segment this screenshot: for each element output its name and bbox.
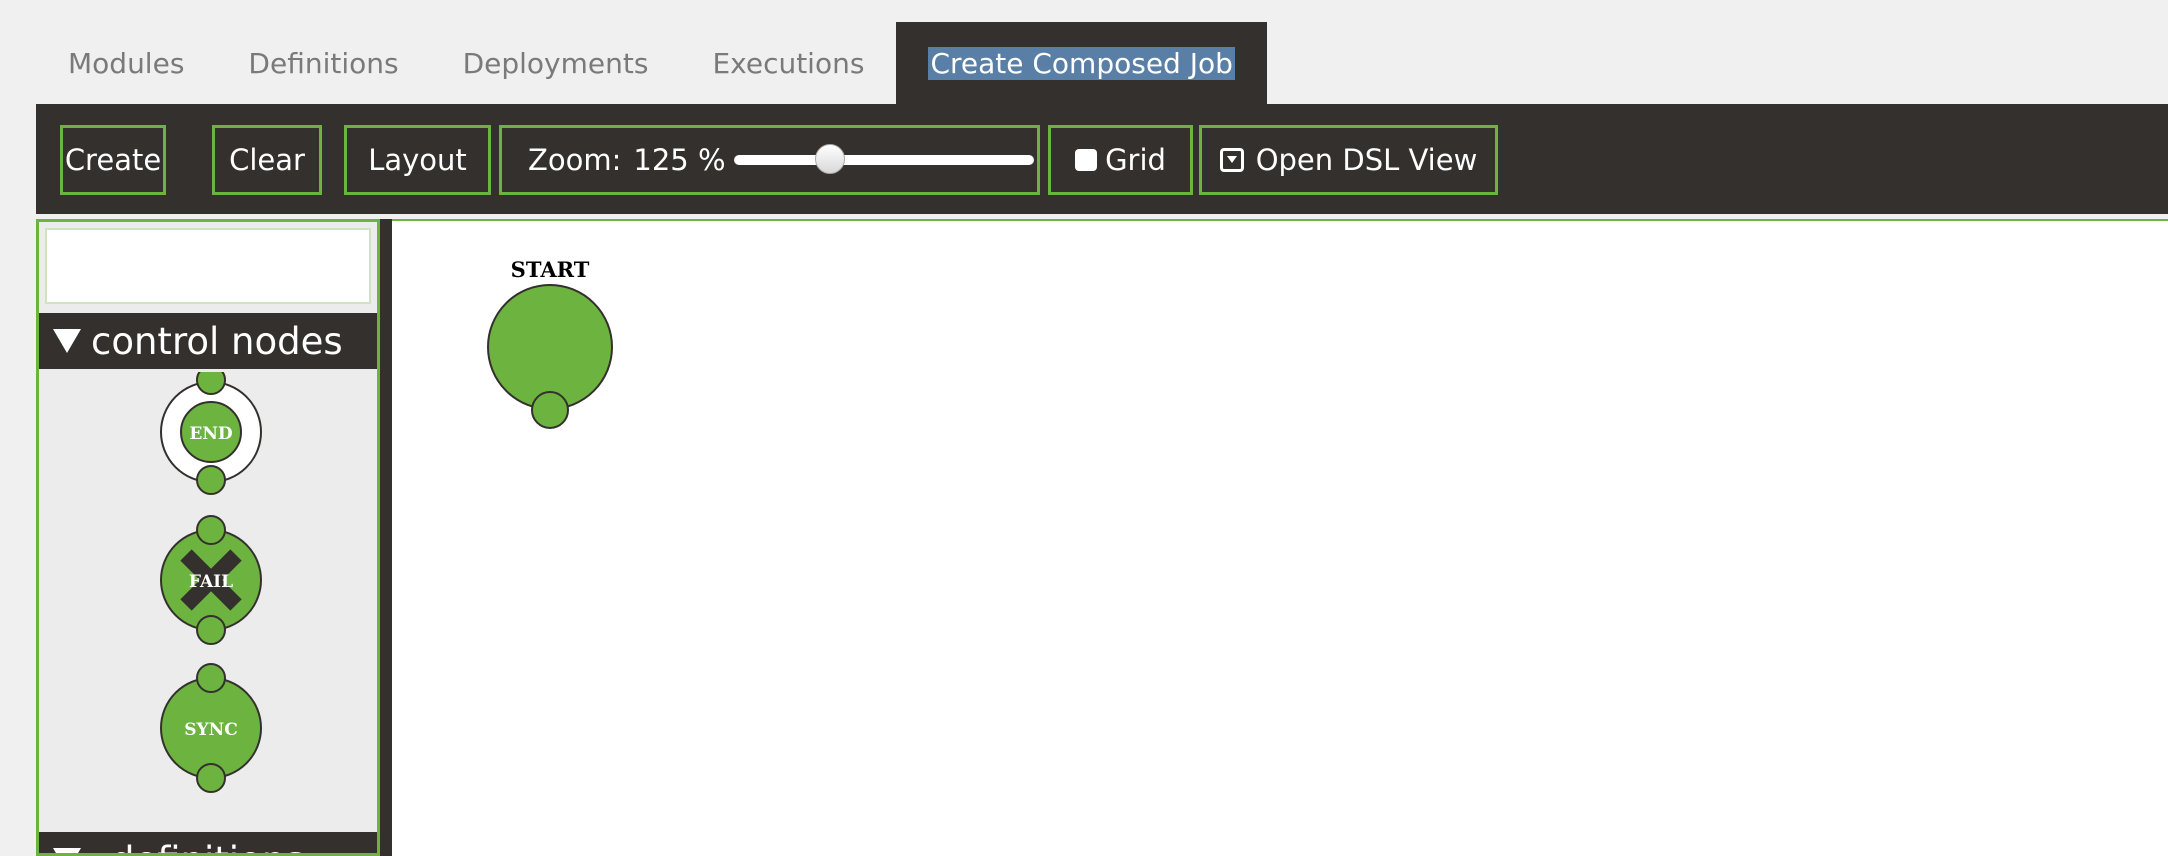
tab-create-composed-job-label: Create Composed Job (928, 46, 1235, 80)
palette-divider[interactable] (380, 219, 392, 856)
end-node-label: END (189, 424, 232, 444)
palette-node-end[interactable]: END (160, 372, 262, 495)
create-button[interactable]: Create (60, 125, 166, 195)
tab-modules[interactable]: Modules (36, 22, 216, 104)
control-nodes-palette: END FAIL SYNC (160, 372, 262, 793)
tab-create-composed-job[interactable]: Create Composed Job (896, 22, 1267, 104)
clear-button[interactable]: Clear (212, 125, 322, 195)
palette-node-fail[interactable]: FAIL (160, 515, 262, 645)
sync-node-label: SYNC (184, 720, 237, 740)
open-dsl-view-label: Open DSL View (1255, 143, 1478, 177)
palette-search-input[interactable] (45, 228, 371, 304)
editor-main: control nodes END FAIL SYNC START (36, 219, 2168, 856)
start-node[interactable]: START (487, 257, 613, 429)
tab-definitions[interactable]: Definitions (216, 22, 430, 104)
start-node-label: START (511, 257, 590, 282)
grid-label: Grid (1105, 143, 1166, 177)
zoom-control: Zoom: 125 % (499, 125, 1040, 195)
palette-node-sync[interactable]: SYNC (160, 663, 262, 793)
flow-canvas[interactable]: START (392, 219, 2168, 856)
palette-group-definitions[interactable]: definitions (39, 832, 377, 854)
zoom-label: Zoom: (528, 143, 622, 177)
flow-canvas-svg: START (487, 257, 613, 429)
grid-toggle[interactable]: Grid (1048, 125, 1193, 195)
main-tabs: Modules Definitions Deployments Executio… (36, 22, 1267, 104)
start-node-output-port[interactable] (531, 391, 569, 429)
palette-group-control-nodes[interactable]: control nodes (39, 313, 377, 369)
expand-triangle-icon (53, 848, 81, 853)
zoom-slider[interactable] (733, 144, 1034, 174)
fail-node-label: FAIL (189, 572, 233, 592)
tab-deployments[interactable]: Deployments (431, 22, 681, 104)
layout-button[interactable]: Layout (344, 125, 491, 195)
chevron-down-box-icon (1219, 148, 1244, 172)
expand-triangle-icon (53, 329, 81, 353)
palette-group-label: definitions (91, 839, 304, 854)
zoom-value: 125 % (633, 143, 726, 177)
open-dsl-view-button[interactable]: Open DSL View (1199, 125, 1498, 195)
editor-toolbar: Create Clear Layout Zoom: 125 % Grid Ope… (36, 104, 2168, 214)
palette-panel: control nodes END FAIL SYNC (36, 219, 380, 856)
tab-executions[interactable]: Executions (680, 22, 896, 104)
zoom-slider-thumb[interactable] (814, 144, 845, 174)
grid-checkbox[interactable] (1075, 149, 1098, 171)
palette-group-label: control nodes (91, 319, 343, 363)
